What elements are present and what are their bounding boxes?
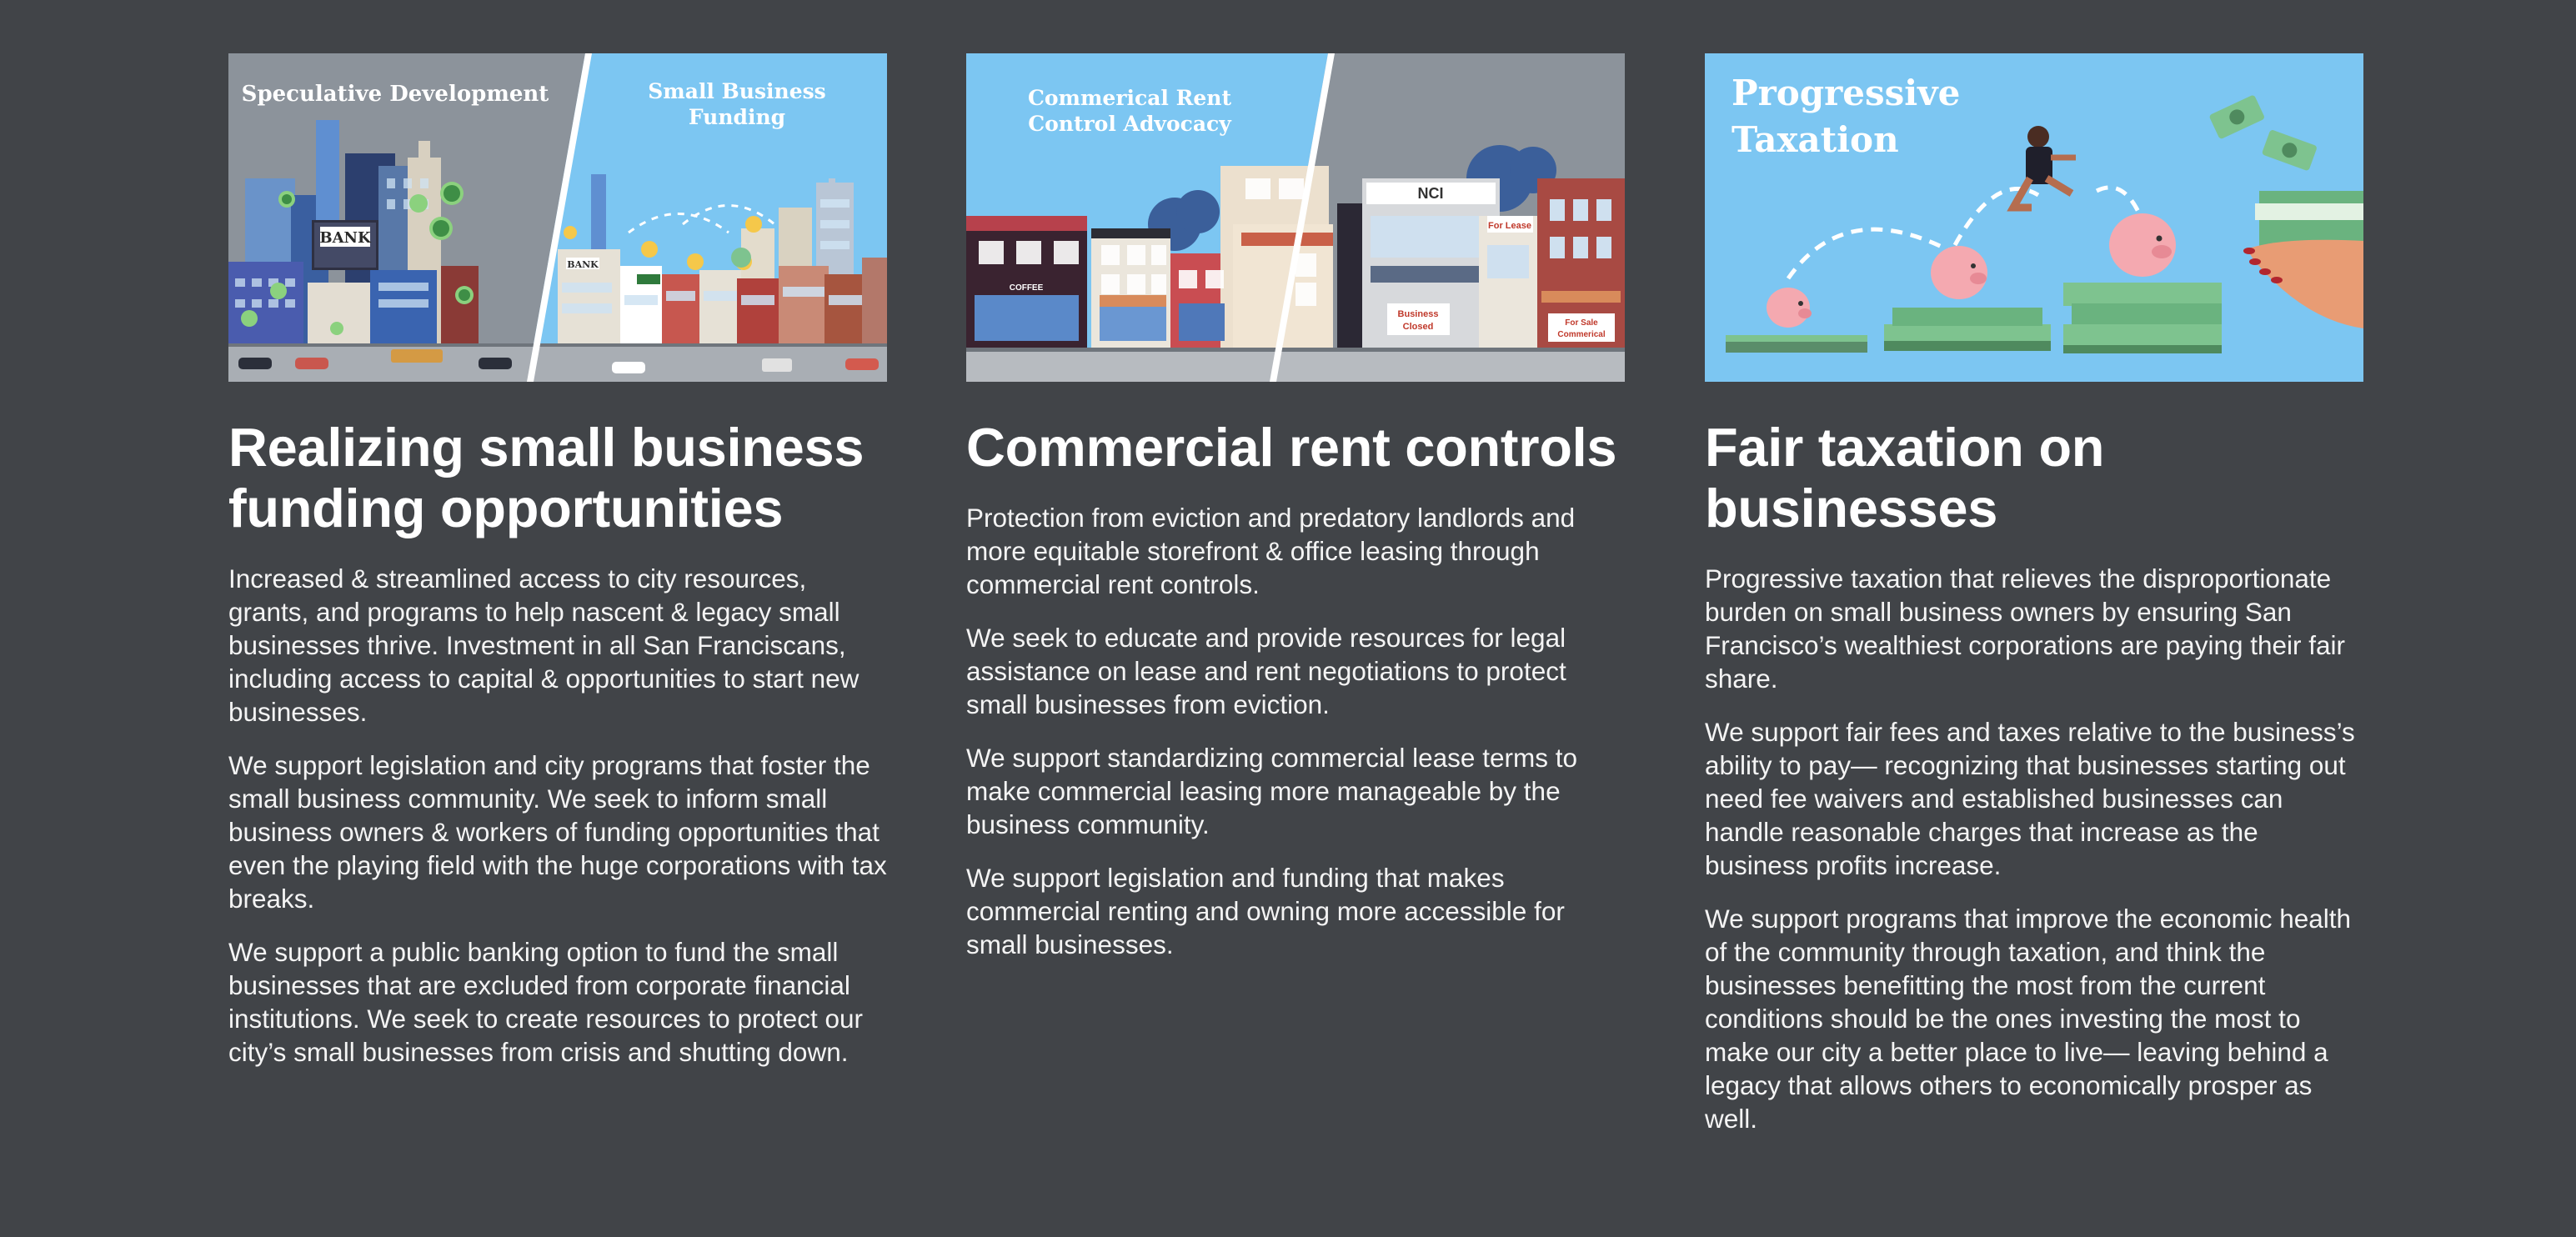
bank-sign-left: BANK: [319, 229, 372, 247]
issues-section: BANK BANK Speculative Development Small …: [228, 53, 2364, 1220]
caption-control-advocacy: Control Advocacy: [1028, 112, 1232, 136]
rent-control-paragraph-3: We support standardizing commercial leas…: [966, 743, 1577, 839]
issue-column-funding: BANK BANK Speculative Development Small …: [228, 53, 887, 1089]
taxation-illustration: Progressive Taxation: [1705, 53, 2363, 382]
rent-control-paragraph-4: We support legislation and funding that …: [966, 863, 1565, 959]
caption-speculative-development: Speculative Development: [242, 82, 549, 107]
issue-column-rent-control: COFFEE NCI Business Closed For Lease For…: [966, 53, 1625, 981]
funding-paragraph-2: We support legislation and city programs…: [228, 750, 887, 914]
caption-taxation: Taxation: [1732, 119, 1899, 160]
issue-column-taxation: Progressive Taxation Fair taxation on bu…: [1705, 53, 2363, 1155]
taxation-paragraph-1: Progressive taxation that relieves the d…: [1705, 563, 2346, 694]
taxation-paragraph-3: We support programs that improve the eco…: [1705, 904, 2352, 1134]
taxation-illustration-svg: Progressive Taxation: [1705, 53, 2363, 382]
coffee-sign: COFFEE: [1010, 283, 1044, 293]
rent-control-title: Commercial rent controls: [966, 417, 1617, 478]
rent-control-paragraph-1: Protection from eviction and predatory l…: [966, 503, 1576, 599]
bank-sign-right: BANK: [567, 259, 599, 270]
rent-control-paragraph-2: We seek to educate and provide resources…: [966, 623, 1566, 719]
caption-commerical-rent: Commerical Rent: [1028, 86, 1232, 110]
closed-sign: Closed: [1403, 322, 1434, 332]
taxation-paragraph-2: We support fair fees and taxes relative …: [1705, 717, 2355, 880]
taxation-title: Fair taxation on businesses: [1705, 417, 2105, 538]
funding-paragraph-1: Increased & streamlined access to city r…: [228, 563, 860, 727]
for-sale-sign: For Sale: [1565, 318, 1598, 328]
funding-title: Realizing small business funding opportu…: [228, 417, 865, 538]
caption-funding: Funding: [689, 105, 785, 129]
caption-small-business: Small Business: [648, 79, 826, 103]
funding-paragraph-3: We support a public banking option to fu…: [228, 937, 864, 1067]
for-lease-sign: For Lease: [1488, 221, 1531, 231]
nci-sign: NCI: [1418, 185, 1444, 202]
funding-illustration: BANK BANK Speculative Development Small …: [228, 53, 887, 382]
commerical-sign: Commerical: [1557, 330, 1605, 339]
business-sign: Business: [1398, 309, 1439, 319]
funding-illustration-svg: BANK BANK Speculative Development Small …: [228, 53, 887, 382]
rent-control-illustration-svg: COFFEE NCI Business Closed For Lease For…: [966, 53, 1625, 382]
caption-progressive: Progressive: [1732, 73, 1960, 113]
rent-control-illustration: COFFEE NCI Business Closed For Lease For…: [966, 53, 1625, 382]
